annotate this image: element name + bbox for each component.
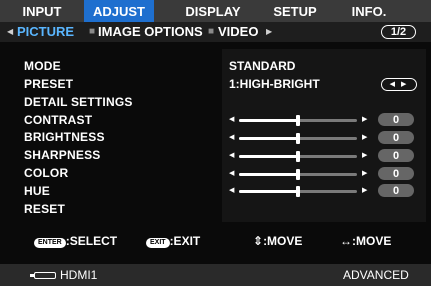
- slider-track[interactable]: [239, 169, 357, 180]
- subtab-separator-icon: ■: [89, 26, 96, 37]
- sharpness-slider[interactable]: ◀ ▶ 0: [229, 149, 419, 163]
- tab-display[interactable]: DISPLAY: [176, 0, 250, 22]
- subtab-image-options[interactable]: IMAGE OPTIONS: [98, 22, 203, 42]
- exit-key-icon: EXIT: [146, 238, 170, 248]
- tab-input[interactable]: INPUT: [14, 0, 70, 22]
- setting-label-mode[interactable]: MODE: [24, 59, 61, 73]
- brightness-value: 0: [378, 131, 414, 144]
- subtab-right-arrow-icon[interactable]: ▶: [266, 22, 272, 42]
- slider-right-arrow-icon[interactable]: ▶: [362, 151, 367, 159]
- hue-slider[interactable]: ◀ ▶ 0: [229, 184, 419, 198]
- mode-value[interactable]: STANDARD: [229, 59, 295, 73]
- setting-label-brightness[interactable]: BRIGHTNESS: [24, 130, 105, 144]
- sharpness-value: 0: [378, 149, 414, 162]
- setting-label-contrast[interactable]: CONTRAST: [24, 113, 92, 127]
- setting-label-reset[interactable]: RESET: [24, 202, 65, 216]
- up-down-arrows-icon: ⇕: [253, 234, 264, 248]
- setting-label-preset[interactable]: PRESET: [24, 77, 73, 91]
- color-value: 0: [378, 167, 414, 180]
- hdmi-connector-icon: [30, 272, 56, 279]
- slider-left-arrow-icon[interactable]: ◀: [229, 133, 234, 141]
- enter-key-icon: ENTER: [34, 238, 66, 248]
- slider-left-arrow-icon[interactable]: ◀: [229, 151, 234, 159]
- subtab-picture[interactable]: PICTURE: [17, 22, 74, 42]
- menu-mode: ADVANCED: [343, 268, 409, 282]
- color-slider[interactable]: ◀ ▶ 0: [229, 167, 419, 181]
- setting-label-hue[interactable]: HUE: [24, 184, 50, 198]
- slider-fill: [239, 173, 298, 176]
- key-hint-bar: ENTER:SELECT EXIT:EXIT ⇕:MOVE ↔:MOVE: [0, 230, 431, 252]
- subtab-separator-icon: ■: [208, 26, 215, 37]
- slider-knob[interactable]: [296, 169, 300, 180]
- page-indicator: 1/2: [381, 25, 416, 39]
- slider-knob[interactable]: [296, 186, 300, 197]
- slider-left-arrow-icon[interactable]: ◀: [229, 115, 234, 123]
- hint-move-updown: ⇕:MOVE: [253, 230, 302, 252]
- hue-value: 0: [378, 184, 414, 197]
- setting-label-color[interactable]: COLOR: [24, 166, 68, 180]
- slider-track[interactable]: [239, 151, 357, 162]
- slider-left-arrow-icon[interactable]: ◀: [229, 186, 234, 194]
- setting-label-detail-settings[interactable]: DETAIL SETTINGS: [24, 95, 133, 109]
- slider-left-arrow-icon[interactable]: ◀: [229, 169, 234, 177]
- subtab-video[interactable]: VIDEO: [218, 22, 258, 42]
- slider-right-arrow-icon[interactable]: ▶: [362, 115, 367, 123]
- slider-right-arrow-icon[interactable]: ▶: [362, 133, 367, 141]
- slider-knob[interactable]: [296, 151, 300, 162]
- brightness-slider[interactable]: ◀ ▶ 0: [229, 131, 419, 145]
- contrast-value: 0: [378, 113, 414, 126]
- main-tab-bar: INPUT ADJUST DISPLAY SETUP INFO.: [0, 0, 431, 22]
- hint-move-updown-label: :MOVE: [263, 234, 303, 248]
- preset-left-right-button[interactable]: ◀ ▶: [381, 78, 417, 91]
- tab-adjust[interactable]: ADJUST: [84, 0, 154, 22]
- slider-right-arrow-icon[interactable]: ▶: [362, 169, 367, 177]
- sub-tab-bar: ◀ PICTURE ■ IMAGE OPTIONS ■ VIDEO ▶ 1/2: [0, 22, 431, 42]
- tab-setup[interactable]: SETUP: [268, 0, 322, 22]
- slider-track[interactable]: [239, 133, 357, 144]
- hint-move-leftright: ↔:MOVE: [340, 230, 391, 252]
- hint-exit: EXIT:EXIT: [146, 230, 200, 252]
- hint-move-leftright-label: :MOVE: [352, 234, 392, 248]
- slider-fill: [239, 137, 298, 140]
- hint-exit-label: :EXIT: [169, 234, 201, 248]
- tab-info[interactable]: INFO.: [346, 0, 392, 22]
- slider-track[interactable]: [239, 115, 357, 126]
- hint-select: ENTER:SELECT: [34, 230, 117, 252]
- left-right-arrows-icon: ↔: [340, 234, 352, 248]
- slider-fill: [239, 155, 298, 158]
- contrast-slider[interactable]: ◀ ▶ 0: [229, 113, 419, 127]
- setting-label-sharpness[interactable]: SHARPNESS: [24, 148, 100, 162]
- slider-fill: [239, 190, 298, 193]
- preset-value[interactable]: 1:HIGH-BRIGHT: [229, 77, 320, 91]
- slider-knob[interactable]: [296, 133, 300, 144]
- subtab-left-arrow-icon[interactable]: ◀: [7, 22, 13, 42]
- hint-select-label: :SELECT: [65, 234, 118, 248]
- slider-knob[interactable]: [296, 115, 300, 126]
- slider-fill: [239, 119, 298, 122]
- input-source: HDMI1: [60, 268, 98, 282]
- status-bar: HDMI1 ADVANCED: [0, 264, 431, 286]
- slider-right-arrow-icon[interactable]: ▶: [362, 186, 367, 194]
- slider-track[interactable]: [239, 186, 357, 197]
